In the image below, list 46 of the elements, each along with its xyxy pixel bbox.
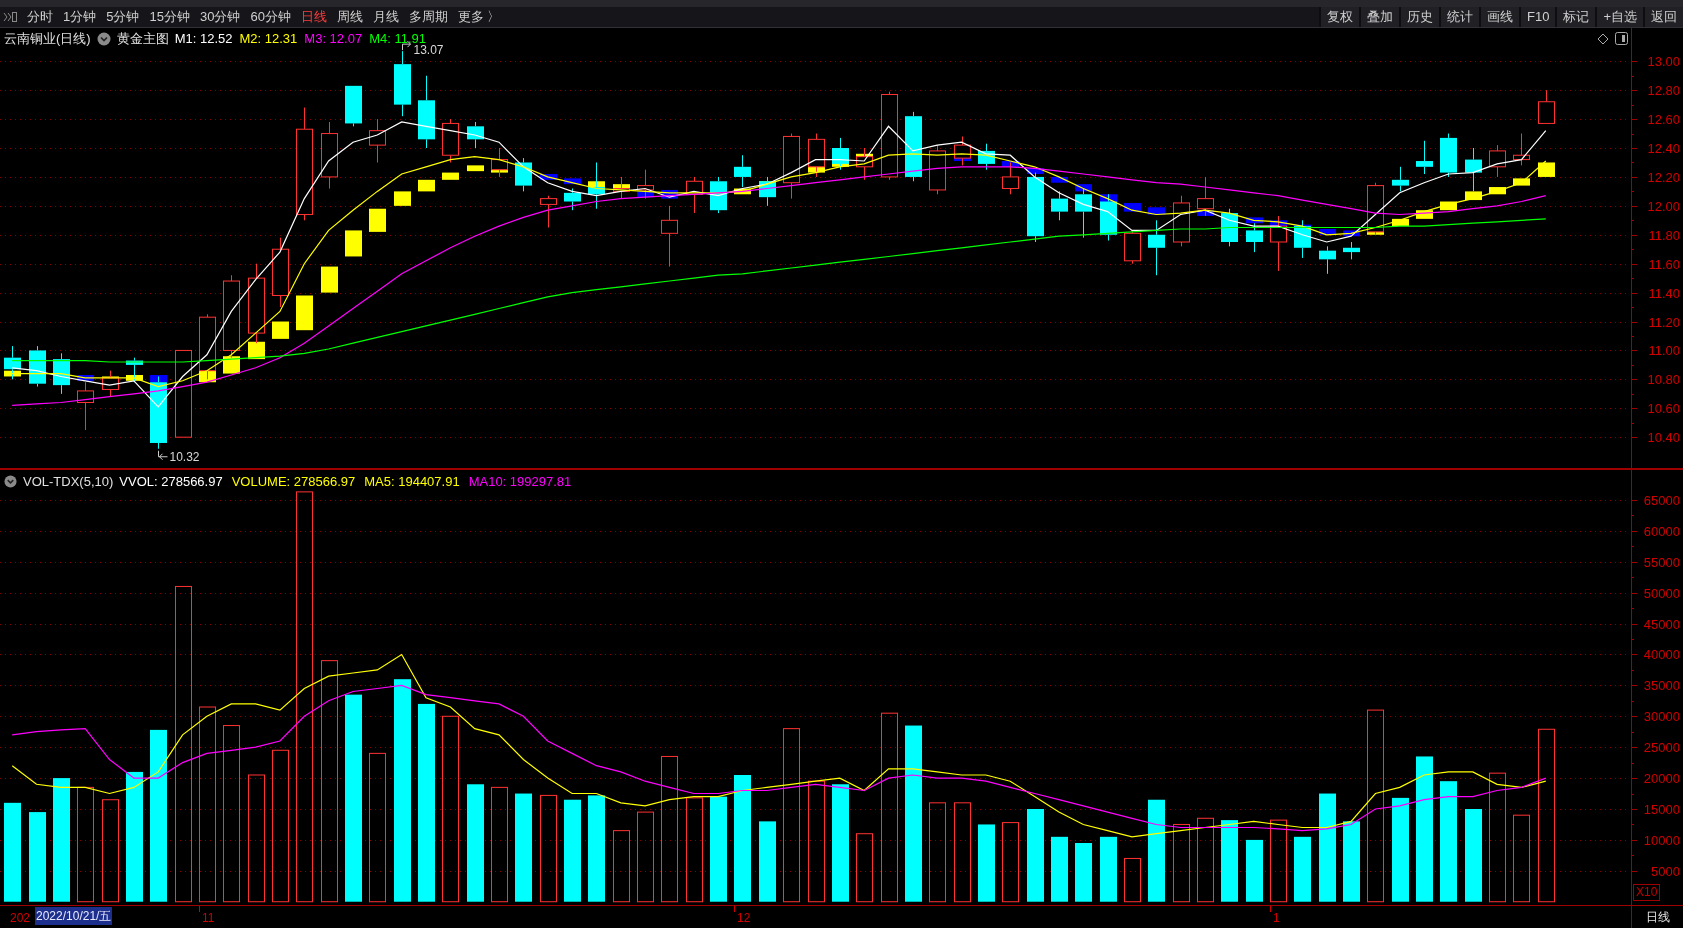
axis-label: 45000 [1643, 617, 1680, 632]
stock-title: 云南铜业(日线) [4, 30, 91, 48]
indicator-name: VOL-TDX(5,10) [23, 473, 114, 491]
period-label: 日线 [1645, 909, 1670, 926]
axis-label: 13.00 [1647, 54, 1680, 69]
axis-label: 11.20 [1648, 315, 1680, 330]
axis-label: 30000 [1643, 709, 1680, 724]
axis-label: 40000 [1643, 647, 1680, 662]
indicator-value: VVOL: 278566.97 [119, 473, 223, 491]
axis-label: 20000 [1643, 771, 1680, 786]
axis-label: 55000 [1643, 555, 1680, 570]
axis-label: 35000 [1643, 678, 1680, 693]
axis-label: 10000 [1643, 833, 1680, 848]
axis-label: 12.20 [1647, 170, 1680, 185]
axis-label: 11.80 [1648, 228, 1680, 243]
annotation: 13.07 [413, 43, 444, 58]
axis-label: 11.00 [1648, 343, 1680, 358]
axis-label: 12.80 [1647, 83, 1680, 98]
axis-label: 10.60 [1647, 401, 1680, 416]
axis-label: 11.40 [1648, 286, 1680, 301]
axis-label: 50000 [1643, 586, 1680, 601]
indicator-value: MA10: 199297.81 [468, 473, 572, 491]
indicator-value: M2: 12.31 [239, 30, 298, 48]
axis-label: 60000 [1643, 524, 1680, 539]
axis-label: 25000 [1643, 740, 1680, 755]
month-label: 1 [1273, 910, 1280, 927]
indicator-value: MA5: 194407.91 [364, 473, 460, 491]
indicator-name: 黄金主图 [116, 30, 169, 48]
month-label: 12 [737, 910, 751, 927]
axis-label: 5000 [1651, 864, 1680, 879]
date-label: 202 [10, 910, 31, 927]
axis-label: 10.40 [1647, 430, 1680, 445]
indicator-value: M1: 12.52 [174, 30, 233, 48]
axis-label: 65000 [1643, 493, 1680, 508]
axis-label: 11.60 [1648, 257, 1680, 272]
axis-label: 12.60 [1647, 112, 1680, 127]
month-label: 11 [202, 910, 215, 927]
scale-label: X10 [1633, 884, 1661, 901]
axis-label: 12.40 [1647, 141, 1680, 156]
indicator-value: VOLUME: 278566.97 [231, 473, 356, 491]
cursor-date: 2022/10/21/五 [35, 907, 113, 925]
annotation: 10.32 [169, 449, 200, 464]
indicator-value: M3: 12.07 [304, 30, 363, 48]
axis-label: 15000 [1643, 802, 1680, 817]
axis-label: 10.80 [1647, 372, 1680, 387]
axis-label: 12.00 [1647, 199, 1680, 214]
